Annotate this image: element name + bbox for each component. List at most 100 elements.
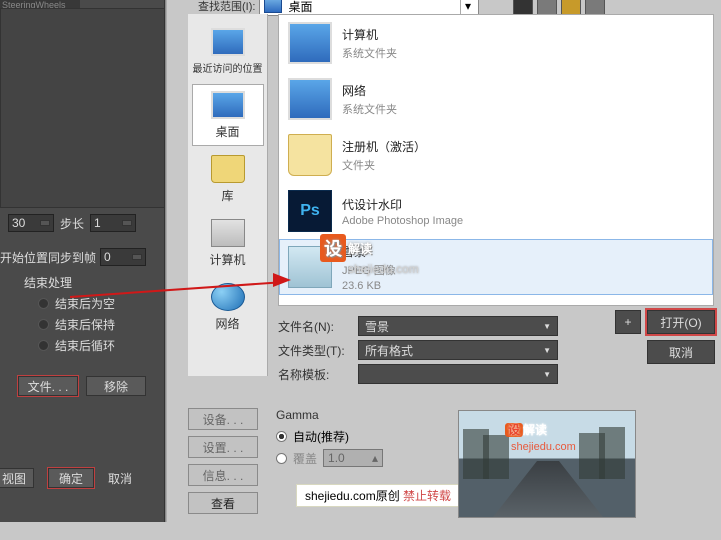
end-handling-label: 结束处理: [24, 274, 115, 291]
end-option-loop[interactable]: 结束后循环: [38, 337, 115, 354]
list-item[interactable]: 计算机 系统文件夹: [279, 15, 713, 71]
sync-frame-value: 0: [104, 250, 111, 264]
file-subtitle: Adobe Photoshop Image: [342, 215, 463, 227]
remove-button[interactable]: 移除: [86, 376, 146, 396]
recent-icon: [211, 28, 245, 56]
preview-thumbnail: 设解读 shejiedu.com: [458, 410, 636, 518]
gamma-auto-label: 自动(推荐): [293, 428, 349, 445]
preview-area: [0, 8, 165, 208]
network-icon: [288, 78, 332, 120]
place-libraries[interactable]: 库: [192, 148, 264, 210]
file-button[interactable]: 文件. . .: [18, 376, 78, 396]
file-subtitle: 文件夹: [342, 157, 426, 173]
watermark-red: 禁止转载: [403, 489, 451, 503]
gamma-auto-radio[interactable]: 自动(推荐): [276, 428, 456, 445]
end-option-empty-label: 结束后为空: [55, 295, 115, 312]
list-item[interactable]: 注册机（激活） 文件夹: [279, 127, 713, 183]
places-sidebar: 最近访问的位置 桌面 库 计算机 网络: [188, 14, 268, 376]
place-desktop-label: 桌面: [215, 123, 239, 140]
preview-watermark-icon: 设解读: [505, 417, 547, 440]
spin-arrows-icon[interactable]: [122, 220, 132, 226]
watermark-badge: shejiedu.com原创 禁止转载: [296, 484, 460, 507]
chevron-down-icon[interactable]: ▼: [543, 370, 551, 379]
device-button[interactable]: 设备. . .: [188, 408, 258, 430]
gamma-override-label: 覆盖: [293, 450, 317, 467]
end-option-loop-label: 结束后循环: [55, 337, 115, 354]
step-spinbox-2[interactable]: 1: [90, 214, 136, 232]
place-desktop[interactable]: 桌面: [192, 84, 264, 146]
chevron-down-icon[interactable]: ▼: [543, 346, 551, 355]
image-file-icon: [288, 246, 332, 288]
chevron-down-icon[interactable]: ▼: [543, 322, 551, 331]
step-value-2: 1: [94, 216, 101, 230]
filetype-combo[interactable]: 所有格式 ▼: [358, 340, 558, 360]
view-button[interactable]: 视图: [0, 468, 34, 488]
place-network-label: 网络: [215, 315, 239, 332]
lookin-value: 桌面: [288, 0, 312, 15]
filetype-label: 文件类型(T):: [278, 342, 350, 359]
place-computer-label: 计算机: [209, 251, 245, 268]
file-subtitle: 系统文件夹: [342, 45, 397, 61]
spin-arrows-icon: ▴: [372, 451, 378, 465]
radio-checked-icon: [276, 431, 287, 442]
file-name: 网络: [342, 82, 397, 99]
filename-label: 文件名(N):: [278, 318, 350, 335]
folder-icon: [288, 134, 332, 176]
file-name: 雪景: [342, 243, 396, 260]
radio-icon: [276, 453, 287, 464]
file-name: 注册机（激活）: [342, 138, 426, 155]
file-listing: 计算机 系统文件夹 网络 系统文件夹 注册机（激活） 文件夹 Ps 代设计水印 …: [278, 14, 714, 306]
spin-arrows-icon[interactable]: [132, 254, 142, 260]
filename-value: 雪景: [365, 318, 389, 335]
gamma-legend: Gamma: [276, 408, 456, 422]
step-label: 步长: [60, 215, 84, 232]
watermark-plain: shejiedu.com原创: [305, 489, 403, 503]
computer-icon: [288, 22, 332, 64]
photoshop-file-icon: Ps: [288, 190, 332, 232]
step-spinbox-1[interactable]: 30: [8, 214, 54, 232]
place-recent[interactable]: 最近访问的位置: [192, 20, 264, 82]
end-option-hold-label: 结束后保持: [55, 316, 115, 333]
setup-button[interactable]: 设置. . .: [188, 436, 258, 458]
filename-combo[interactable]: 雪景 ▼: [358, 316, 558, 336]
desktop-icon: [264, 0, 282, 13]
view-button-dialog[interactable]: 查看: [188, 492, 258, 514]
cancel-button[interactable]: 取消: [647, 340, 715, 364]
lookin-label: 查找范围(I):: [198, 0, 255, 14]
desktop-icon: [211, 91, 245, 119]
preview-watermark-sub: shejiedu.com: [511, 441, 576, 453]
gamma-value-spinbox[interactable]: 1.0 ▴: [323, 449, 383, 467]
file-subtitle: JPEG 图像: [342, 262, 396, 278]
step-value-1: 30: [12, 216, 25, 230]
spin-arrows-icon[interactable]: [40, 220, 50, 226]
file-name: 计算机: [342, 26, 397, 43]
end-option-hold[interactable]: 结束后保持: [38, 316, 115, 333]
place-computer[interactable]: 计算机: [192, 212, 264, 274]
list-item[interactable]: 网络 系统文件夹: [279, 71, 713, 127]
place-libraries-label: 库: [221, 187, 233, 204]
radio-icon: [38, 319, 49, 330]
file-subtitle: 系统文件夹: [342, 101, 397, 117]
list-item[interactable]: Ps 代设计水印 Adobe Photoshop Image: [279, 183, 713, 239]
cancel-label[interactable]: 取消: [108, 470, 132, 487]
info-button[interactable]: 信息. . .: [188, 464, 258, 486]
gamma-override-radio[interactable]: 覆盖 1.0 ▴: [276, 449, 456, 467]
sync-frame-spinbox[interactable]: 0: [100, 248, 146, 266]
filetype-value: 所有格式: [365, 342, 413, 359]
radio-icon: [38, 340, 49, 351]
libraries-icon: [211, 155, 245, 183]
sync-frame-label: 开始位置同步到帧: [0, 249, 96, 266]
panel-divider[interactable]: [164, 0, 167, 522]
open-button[interactable]: 打开(O): [647, 310, 715, 334]
place-recent-label: 最近访问的位置: [193, 60, 263, 75]
file-size: 23.6 KB: [342, 280, 396, 292]
annotation-arrow-head-icon: [273, 273, 291, 287]
history-plus-button[interactable]: +: [615, 310, 641, 334]
ok-button[interactable]: 确定: [48, 468, 94, 488]
file-name: 代设计水印: [342, 196, 463, 213]
chevron-down-icon[interactable]: ▾: [460, 0, 474, 15]
list-item-selected[interactable]: 雪景 JPEG 图像 23.6 KB: [279, 239, 713, 295]
gamma-value: 1.0: [328, 451, 345, 465]
computer-icon: [211, 219, 245, 247]
radio-icon: [38, 298, 49, 309]
